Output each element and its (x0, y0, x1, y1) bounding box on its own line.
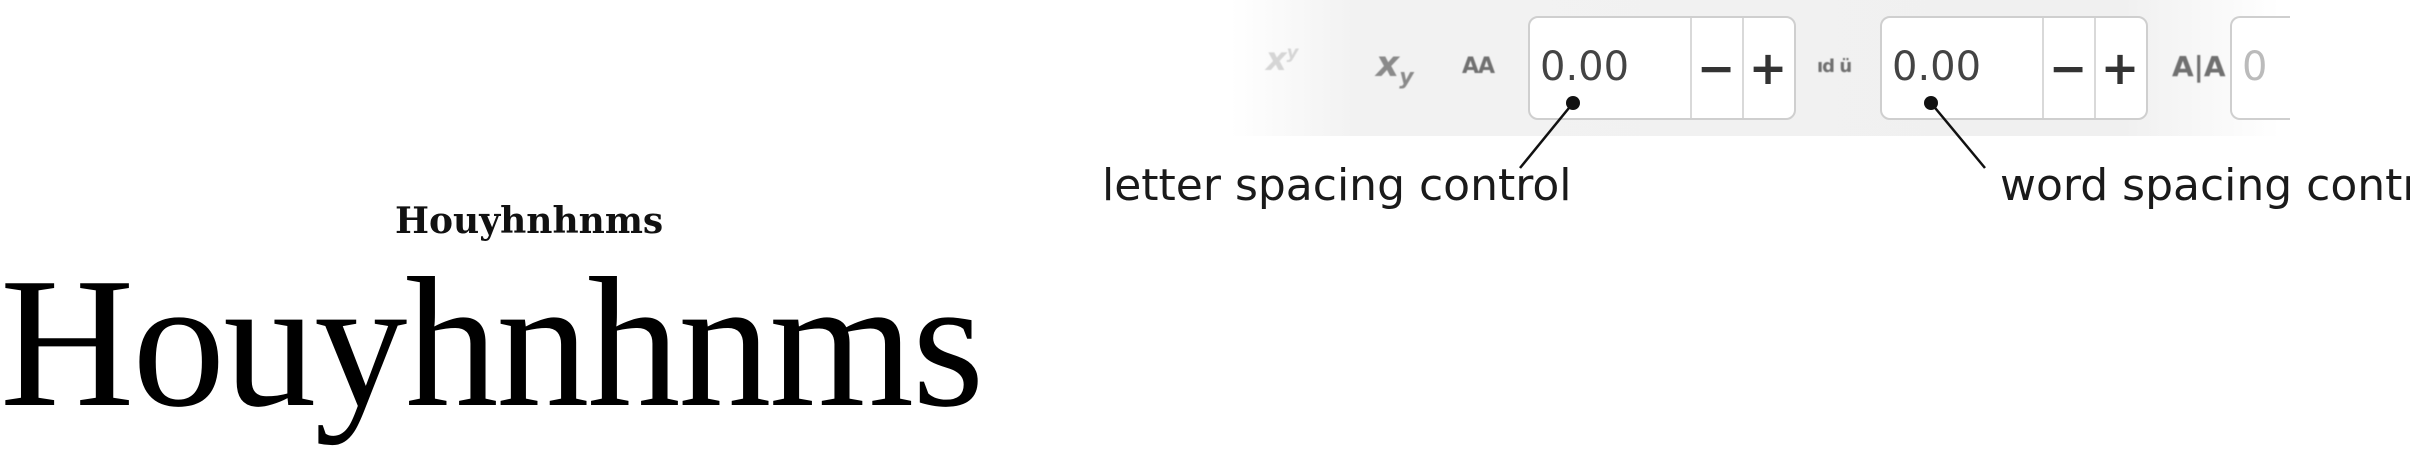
specimen-text-large: Houyhnhnms (0, 240, 984, 446)
word-spacing-callout-label: word spacing control (2000, 160, 2410, 211)
letter-spacing-callout-label: letter spacing control (1102, 160, 1572, 211)
letter-spacing-leader (1519, 102, 1574, 169)
word-spacing-callout-dot (1924, 96, 1938, 110)
word-spacing-leader (1930, 102, 1986, 169)
specimen-text-small: Houyhnhnms (395, 200, 664, 242)
letter-spacing-callout-dot (1566, 96, 1580, 110)
